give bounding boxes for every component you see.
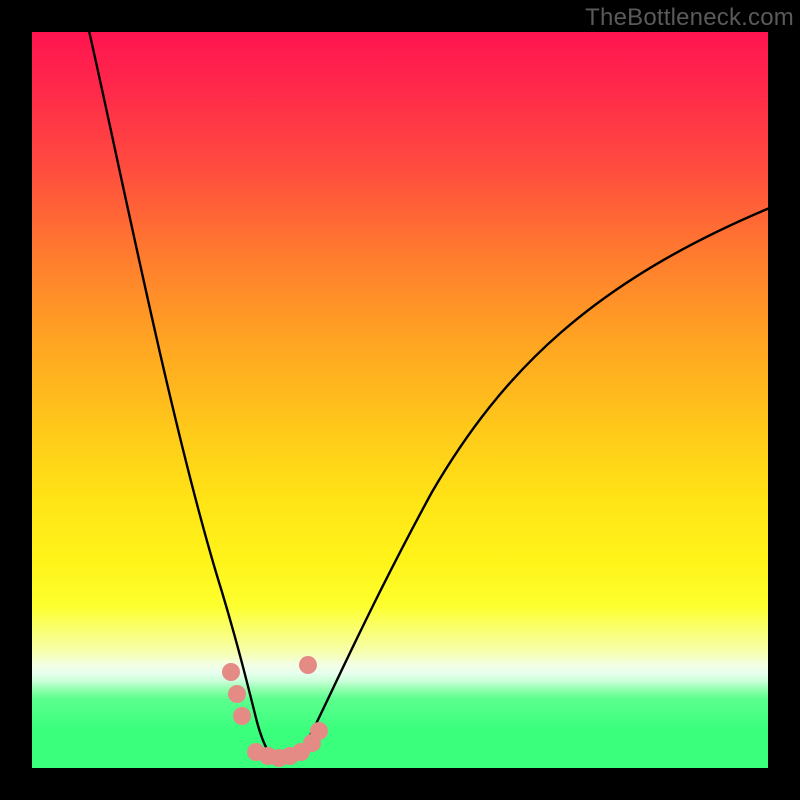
chart-curves-svg [32, 32, 768, 768]
chart-marker-dot [299, 656, 317, 674]
chart-frame: TheBottleneck.com [0, 0, 800, 800]
chart-plot-area [32, 32, 768, 768]
curve-path [87, 22, 772, 760]
chart-marker-dot [233, 707, 251, 725]
chart-marker-dot [310, 722, 328, 740]
chart-marker-dot [228, 685, 246, 703]
watermark-text: TheBottleneck.com [585, 4, 794, 32]
chart-marker-dot [222, 663, 240, 681]
